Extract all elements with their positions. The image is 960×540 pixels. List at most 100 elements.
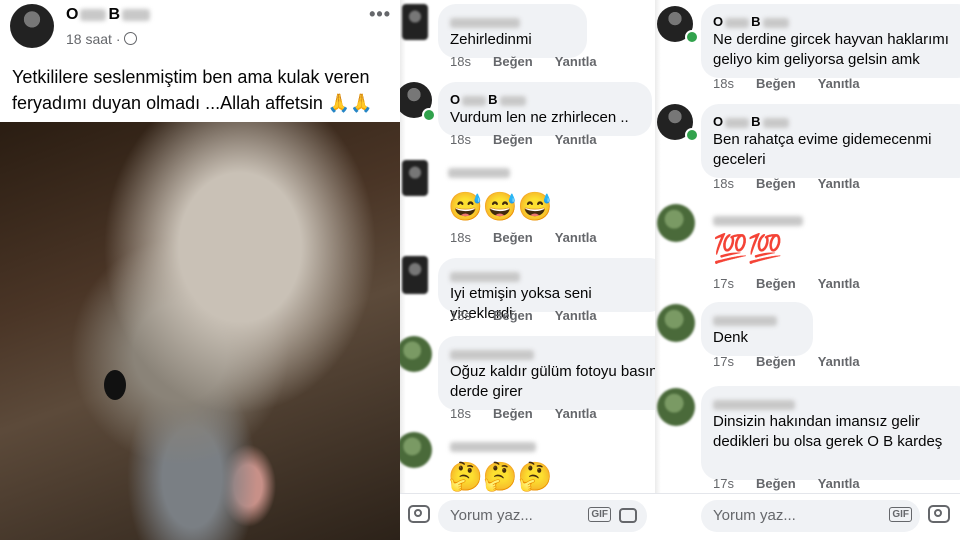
comment: Denk 17s Beğen Yanıtla	[655, 298, 960, 376]
commenter-avatar[interactable]	[657, 304, 695, 342]
comment-input[interactable]: Yorum yaz... GIF	[701, 500, 920, 532]
like-button[interactable]: Beğen	[756, 354, 796, 369]
commenter-name[interactable]: OB	[713, 12, 960, 30]
comment-age[interactable]: 18s	[450, 308, 471, 323]
redacted-name	[450, 17, 520, 28]
comment: 🤔🤔🤔	[400, 430, 655, 500]
reply-button[interactable]: Yanıtla	[555, 132, 597, 147]
comment-age[interactable]: 17s	[713, 354, 734, 369]
comment: Iyi etmişin yoksa seni yiceklerdi 18s Beğ…	[400, 254, 655, 330]
like-button[interactable]: Beğen	[756, 276, 796, 291]
reply-button[interactable]: Yanıtla	[555, 308, 597, 323]
reply-button[interactable]: Yanıtla	[818, 276, 860, 291]
commenter-avatar[interactable]	[657, 388, 695, 426]
commenter-name[interactable]	[713, 394, 960, 412]
commenter-avatar[interactable]	[400, 432, 432, 468]
commenter-avatar[interactable]	[400, 336, 432, 372]
like-button[interactable]: Beğen	[493, 54, 533, 69]
author-name[interactable]: OB	[66, 6, 151, 24]
like-button[interactable]: Beğen	[493, 230, 533, 245]
comment-actions: 18s Beğen Yanıtla	[450, 54, 619, 69]
comment-age[interactable]: 17s	[713, 276, 734, 291]
like-button[interactable]: Beğen	[756, 176, 796, 191]
commenter-name[interactable]	[450, 12, 575, 30]
comment-bubble: OB Vurdum len ne zrhirlecen ..	[438, 82, 652, 136]
photo-detail	[104, 370, 126, 400]
commenter-name[interactable]	[450, 266, 655, 284]
reply-button[interactable]: Yanıtla	[818, 476, 860, 491]
redacted-name	[713, 215, 803, 226]
reply-button[interactable]: Yanıtla	[818, 354, 860, 369]
commenter-name[interactable]: OB	[713, 112, 960, 130]
comment-age[interactable]: 18s	[450, 54, 471, 69]
like-button[interactable]: Beğen	[493, 132, 533, 147]
commenter-avatar[interactable]	[402, 256, 428, 294]
post-photo[interactable]	[0, 122, 400, 540]
comment-bubble: Zehirledinmi	[438, 4, 587, 58]
post-text: Yetkililere seslenmiştim ben ama kulak v…	[12, 67, 373, 113]
commenter-name[interactable]: OB	[450, 90, 640, 108]
reply-button[interactable]: Yanıtla	[555, 54, 597, 69]
comment-bubble: OB Ne derdine gircek hayvan haklarımı ge…	[701, 4, 960, 78]
comment-input-placeholder: Yorum yaz...	[713, 507, 796, 524]
commenter-name[interactable]	[448, 164, 510, 182]
gif-icon[interactable]: GIF	[588, 507, 611, 522]
like-button[interactable]: Beğen	[493, 308, 533, 323]
comment: OB Vurdum len ne zrhirlecen .. 18s Beğen Y…	[400, 80, 655, 160]
comment-age[interactable]: 18s	[450, 132, 471, 147]
reply-button[interactable]: Yanıtla	[555, 406, 597, 421]
redacted-name-part	[122, 8, 151, 21]
reply-button[interactable]: Yanıtla	[818, 76, 860, 91]
comment-age[interactable]: 18s	[713, 176, 734, 191]
redacted-name-part	[462, 95, 487, 106]
like-button[interactable]: Beğen	[756, 76, 796, 91]
reply-button[interactable]: Yanıtla	[555, 230, 597, 245]
comment-age[interactable]: 17s	[713, 476, 734, 491]
commenter-avatar[interactable]	[402, 160, 428, 196]
commenter-name[interactable]	[450, 438, 536, 456]
comment-text: Vurdum len ne zrhirlecen ..	[450, 109, 629, 126]
camera-icon[interactable]	[619, 508, 637, 523]
comment: Oğuz kaldır gülüm fotoyu basın derde gir…	[400, 334, 655, 426]
commenter-avatar[interactable]	[402, 4, 428, 40]
comment-age[interactable]: 18s	[713, 76, 734, 91]
post-meta: 18 saat ·	[66, 31, 138, 47]
camera-icon[interactable]	[408, 505, 430, 523]
comment-bubble: Iyi etmişin yoksa seni yiceklerdi	[438, 258, 655, 322]
comment-text: Dinsizin hakından imansız gelir dedikler…	[713, 413, 943, 450]
comment-bubble: OB Ben rahatça evime gidemecenmi geceler…	[701, 104, 960, 178]
comment: OB Ne derdine gircek hayvan haklarımı ge…	[655, 0, 960, 100]
commenter-avatar[interactable]	[657, 204, 695, 242]
comment-input[interactable]: Yorum yaz... GIF	[438, 500, 647, 532]
like-button[interactable]: Beğen	[756, 476, 796, 491]
comment-actions: 17s Beğen Yanıtla	[713, 354, 882, 369]
comment-age[interactable]: 18s	[450, 406, 471, 421]
comment-actions: 18s Beğen Yanıtla	[450, 308, 619, 323]
post-header: OB 18 saat · •••	[10, 4, 395, 50]
redacted-name	[450, 441, 536, 452]
post-time[interactable]: 18 saat	[66, 31, 112, 47]
redacted-name-part	[499, 95, 526, 106]
more-options-icon[interactable]: •••	[369, 4, 391, 25]
comment-age[interactable]: 18s	[450, 230, 471, 245]
comment-actions: 17s Beğen Yanıtla	[713, 276, 882, 291]
comment: 😅😅😅 18s Beğen Yanıtla	[400, 156, 655, 246]
comment-bubble: Oğuz kaldır gülüm fotoyu basın derde gir…	[438, 336, 655, 410]
like-button[interactable]: Beğen	[493, 406, 533, 421]
redacted-name-part	[80, 8, 107, 21]
camera-icon[interactable]	[928, 505, 950, 523]
commenter-name[interactable]	[713, 212, 803, 230]
reply-button[interactable]: Yanıtla	[818, 176, 860, 191]
comment-text: Ben rahatça evime gidemecenmi geceleri	[713, 131, 932, 168]
gif-icon[interactable]: GIF	[889, 507, 912, 522]
post-panel: OB 18 saat · ••• Yetkililere seslenmişti…	[0, 0, 400, 540]
redacted-name	[713, 399, 795, 410]
comment-actions: 18s Beğen Yanıtla	[450, 406, 619, 421]
redacted-name-part	[762, 17, 789, 28]
redacted-name-part	[725, 17, 750, 28]
online-status-icon	[685, 30, 699, 44]
redacted-name	[448, 167, 510, 178]
commenter-name[interactable]	[450, 344, 655, 362]
commenter-name[interactable]	[713, 310, 801, 328]
author-avatar[interactable]	[10, 4, 54, 48]
